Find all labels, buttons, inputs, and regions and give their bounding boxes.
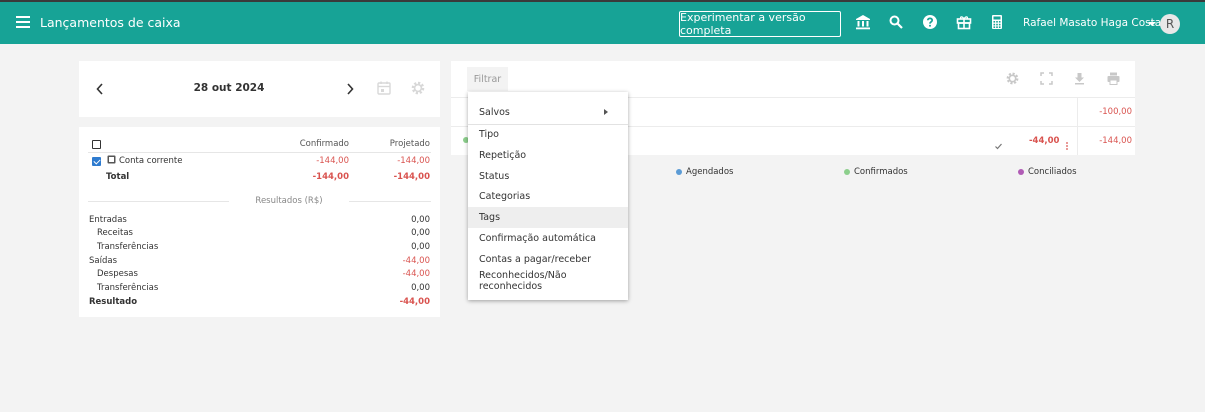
legend-label: Confirmados (854, 167, 908, 177)
legend-label: Agendados (686, 167, 734, 177)
chevron-right-icon[interactable] (345, 82, 355, 96)
legend-item: Conciliados (1018, 167, 1077, 177)
menu-item-tags[interactable]: Tags (468, 207, 628, 228)
total-projected: -144,00 (393, 172, 430, 182)
fullscreen-icon[interactable] (1039, 71, 1054, 86)
summary-header-row: Confirmado Projetado (79, 139, 440, 151)
legend-dot (676, 169, 682, 175)
col-projected: Projetado (389, 139, 430, 149)
divider (88, 152, 431, 153)
help-icon[interactable] (922, 14, 938, 30)
balance-summary: Confirmado Projetado Conta corrente -144… (79, 127, 440, 317)
menu-item-label: Salvos (479, 107, 510, 118)
row-balance: -100,00 (1099, 107, 1132, 117)
avatar[interactable]: R (1160, 14, 1180, 34)
result-row: Transferências 0,00 (79, 283, 440, 295)
result-label: Transferências (97, 242, 159, 252)
result-value: -44,00 (402, 256, 430, 266)
total-confirmed: -144,00 (312, 172, 349, 182)
result-row: Receitas 0,00 (79, 228, 440, 240)
result-value: 0,00 (411, 215, 430, 225)
account-checkbox[interactable] (92, 157, 101, 166)
current-date[interactable]: 28 out 2024 (79, 82, 379, 94)
caret-down-icon[interactable] (1148, 22, 1156, 26)
legend-dot (1018, 169, 1024, 175)
more-icon[interactable] (1066, 136, 1068, 150)
user-menu-button[interactable]: Rafael Masato Haga Costa (1023, 17, 1161, 29)
check-icon (994, 136, 1003, 155)
legend-item: Agendados (676, 167, 733, 177)
row-balance: -144,00 (1099, 136, 1132, 146)
result-label: Receitas (97, 228, 133, 238)
filter-button[interactable]: Filtrar (467, 67, 508, 91)
date-navigator: 28 out 2024 (79, 61, 440, 117)
result-value: 0,00 (411, 283, 430, 293)
menu-item-status[interactable]: Status (468, 166, 628, 187)
print-icon[interactable] (1106, 71, 1121, 86)
account-projected: -144,00 (397, 156, 430, 166)
gear-icon[interactable] (410, 80, 426, 96)
gift-icon[interactable] (956, 14, 972, 30)
total-row: Total -144,00 -144,00 (79, 172, 440, 184)
account-confirmed: -144,00 (316, 156, 349, 166)
download-icon[interactable] (1072, 71, 1087, 86)
total-label: Total (106, 172, 130, 182)
result-label: Transferências (97, 283, 159, 293)
result-row: Despesas -44,00 (79, 269, 440, 281)
search-icon[interactable] (888, 14, 904, 30)
account-row: Conta corrente -144,00 -144,00 (79, 155, 440, 168)
result-row: Entradas 0,00 (79, 215, 440, 227)
menu-item-repetition[interactable]: Repetição (468, 145, 628, 166)
result-value: -44,00 (399, 297, 430, 307)
settings-icon[interactable] (1005, 71, 1020, 86)
result-label: Saídas (89, 256, 117, 266)
menu-item-saved[interactable]: Salvos (468, 102, 628, 123)
menu-item-categories[interactable]: Categorias (468, 186, 628, 207)
result-value: 0,00 (411, 242, 430, 252)
result-value: 0,00 (411, 228, 430, 238)
result-label: Despesas (97, 269, 138, 279)
legend-dot (844, 169, 850, 175)
result-label: Resultado (89, 297, 138, 307)
result-row: Saídas -44,00 (79, 256, 440, 268)
page-title: Lançamentos de caixa (40, 15, 181, 30)
menu-icon[interactable] (16, 16, 30, 28)
menu-item-type[interactable]: Tipo (468, 124, 628, 145)
calendar-icon[interactable] (376, 80, 392, 96)
row-amount: -44,00 (1029, 136, 1060, 146)
calculator-icon[interactable] (989, 14, 1005, 30)
result-row: Transferências 0,00 (79, 242, 440, 254)
menu-item-reconciled[interactable]: Reconhecidos/Não reconhecidos (468, 270, 628, 292)
col-confirmed: Confirmado (299, 139, 349, 149)
top-bar: Lançamentos de caixa Experimentar a vers… (0, 0, 1205, 44)
menu-item-auto-confirmation[interactable]: Confirmação automática (468, 228, 628, 249)
result-label: Entradas (89, 215, 127, 225)
legend-label: Conciliados (1028, 167, 1077, 177)
try-full-version-button[interactable]: Experimentar a versão completa (679, 11, 841, 37)
result-row: Resultado -44,00 (79, 297, 440, 309)
account-bank-icon (107, 155, 116, 167)
legend-item: Confirmados (844, 167, 908, 177)
bank-icon[interactable] (855, 14, 871, 30)
results-title: Resultados (R$) (229, 196, 349, 206)
select-all-checkbox[interactable] (92, 140, 101, 149)
menu-item-payables-receivables[interactable]: Contas a pagar/receber (468, 249, 628, 270)
filter-menu: Salvos Tipo Repetição Status Categorias … (468, 92, 628, 300)
account-name: Conta corrente (119, 156, 183, 166)
result-value: -44,00 (402, 269, 430, 279)
chevron-right-icon (604, 109, 608, 115)
